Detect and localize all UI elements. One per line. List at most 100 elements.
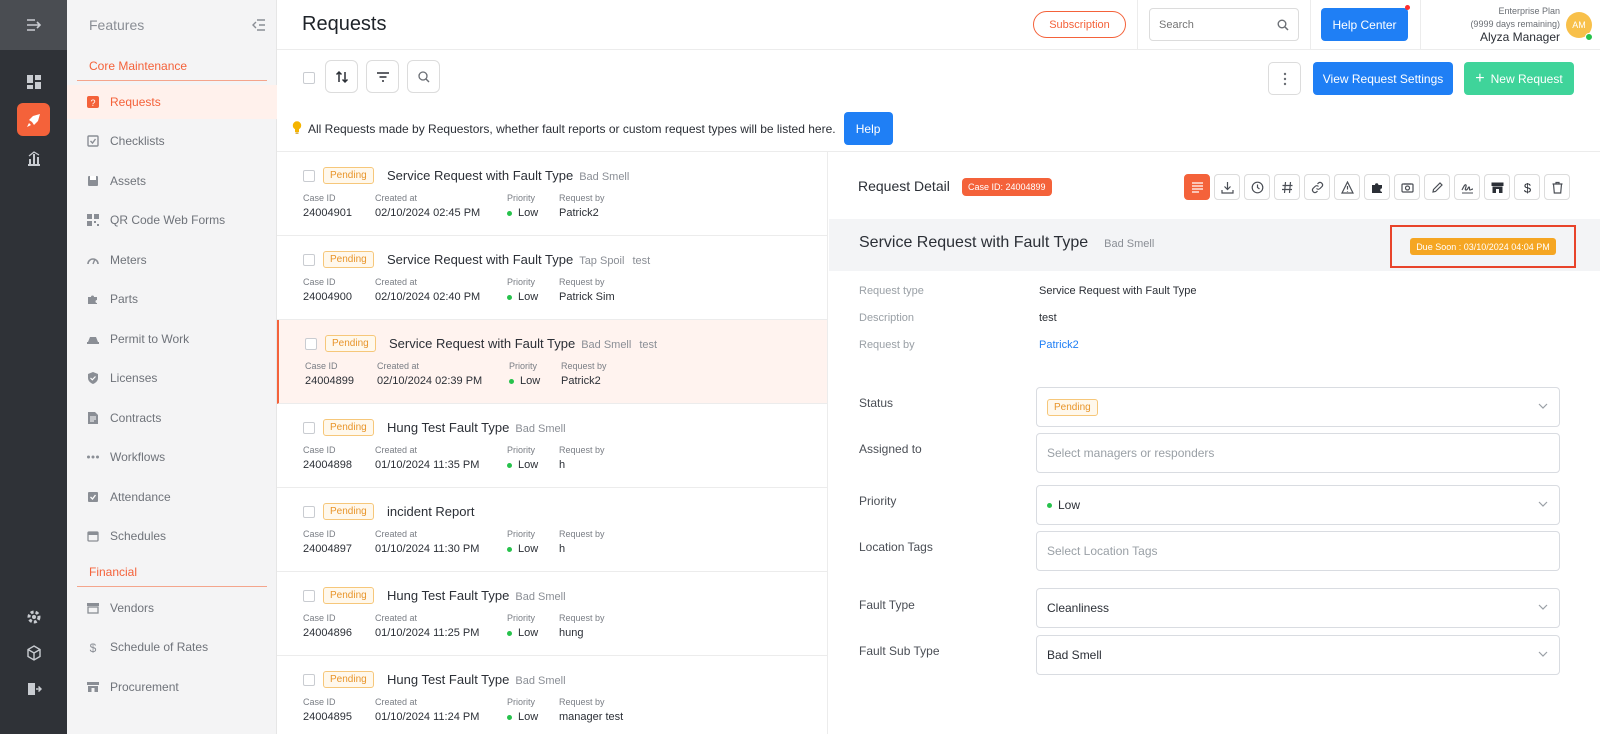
request-card[interactable]: Pending Hung Test Fault Type Bad Smell Case… bbox=[277, 572, 827, 656]
app-rail bbox=[0, 0, 67, 734]
edit-button[interactable] bbox=[1424, 174, 1450, 200]
request-by-link[interactable]: Patrick2 bbox=[1039, 339, 1079, 351]
request-card[interactable]: Pending incident Report Case ID 24004897 Cre… bbox=[277, 488, 827, 572]
rail-reports[interactable] bbox=[17, 141, 50, 174]
created-at-label: Created at bbox=[375, 277, 418, 287]
vendor-button[interactable] bbox=[1484, 174, 1510, 200]
cost-button[interactable]: $ bbox=[1514, 174, 1540, 200]
priority-label: Priority bbox=[507, 529, 536, 539]
feature-checklists[interactable]: Checklists bbox=[67, 124, 277, 158]
user-name[interactable]: Alyza Manager bbox=[1470, 31, 1560, 44]
delete-button[interactable] bbox=[1544, 174, 1570, 200]
plus-icon: + bbox=[1475, 69, 1485, 87]
feature-permit[interactable]: Permit to Work bbox=[67, 322, 277, 356]
more-options-button[interactable] bbox=[1268, 62, 1301, 95]
plan-info: Enterprise Plan (9999 days remaining) Al… bbox=[1470, 5, 1560, 44]
select-all-checkbox[interactable] bbox=[303, 72, 315, 84]
request-card[interactable]: Pending Hung Test Fault Type Bad Smell Case… bbox=[277, 404, 827, 488]
feature-label: Vendors bbox=[110, 601, 155, 615]
new-request-button[interactable]: + New Request bbox=[1464, 62, 1574, 95]
feature-contracts[interactable]: Contracts bbox=[67, 401, 277, 435]
request-checkbox[interactable] bbox=[303, 674, 315, 686]
subscription-button[interactable]: Subscription bbox=[1033, 11, 1126, 38]
priority-dot bbox=[507, 630, 512, 636]
download-button[interactable] bbox=[1214, 174, 1240, 200]
search-list-button[interactable] bbox=[407, 60, 440, 93]
header-divider bbox=[1137, 0, 1138, 50]
request-checkbox[interactable] bbox=[305, 338, 317, 350]
collapse-sidebar-icon[interactable] bbox=[252, 19, 266, 31]
fault-type-select[interactable]: Cleanliness bbox=[1036, 588, 1560, 628]
priority-value: Low bbox=[518, 711, 539, 723]
feature-label: Contracts bbox=[110, 411, 162, 425]
priority-select[interactable]: Low bbox=[1036, 485, 1560, 525]
feature-qr-forms[interactable]: QR Code Web Forms bbox=[67, 203, 277, 237]
rail-dashboard[interactable] bbox=[17, 65, 50, 98]
feature-assets[interactable]: Assets bbox=[67, 164, 277, 198]
svg-text:$: $ bbox=[90, 641, 97, 653]
permit-icon bbox=[87, 333, 99, 345]
request-card[interactable]: Pending Service Request with Fault Type Ba… bbox=[277, 320, 827, 404]
feature-workflows[interactable]: Workflows bbox=[67, 440, 277, 474]
status-pending-badge: Pending bbox=[323, 587, 374, 604]
request-checkbox[interactable] bbox=[303, 170, 315, 182]
menu-toggle[interactable] bbox=[0, 0, 67, 50]
feature-requests[interactable]: ? Requests bbox=[67, 85, 277, 119]
search-icon bbox=[417, 70, 429, 82]
rail-requests[interactable] bbox=[17, 103, 50, 136]
search-field[interactable] bbox=[1149, 8, 1299, 41]
warning-button[interactable] bbox=[1334, 174, 1360, 200]
plan-name: Enterprise Plan bbox=[1498, 6, 1560, 16]
status-select[interactable]: Pending bbox=[1036, 387, 1560, 427]
priority-label: Priority bbox=[507, 697, 536, 707]
logout-icon bbox=[27, 682, 42, 695]
request-card[interactable]: Pending Service Request with Fault Type Ta… bbox=[277, 236, 827, 320]
request-card[interactable]: Pending Service Request with Fault Type Ba… bbox=[277, 152, 827, 236]
request-by-value: Patrick2 bbox=[561, 375, 601, 387]
meter-icon bbox=[87, 254, 99, 266]
feature-procurement[interactable]: Procurement bbox=[67, 670, 277, 704]
assigned-to-input[interactable]: Select managers or responders bbox=[1036, 433, 1560, 473]
feature-attendance[interactable]: Attendance bbox=[67, 480, 277, 514]
group-core-maintenance: Core Maintenance bbox=[89, 59, 188, 73]
priority-label: Priority bbox=[509, 361, 538, 371]
created-at-value: 01/10/2024 11:24 PM bbox=[375, 711, 480, 723]
location-tags-input[interactable]: Select Location Tags bbox=[1036, 531, 1560, 571]
case-id-label: Case ID bbox=[305, 361, 338, 371]
rail-modules[interactable] bbox=[17, 636, 50, 669]
link-button[interactable] bbox=[1304, 174, 1330, 200]
camera-button[interactable] bbox=[1394, 174, 1420, 200]
priority-label: Priority bbox=[507, 613, 536, 623]
details-tab-button[interactable] bbox=[1184, 174, 1210, 200]
history-button[interactable] bbox=[1244, 174, 1270, 200]
request-card[interactable]: Pending Hung Test Fault Type Bad Smell Case… bbox=[277, 656, 827, 734]
feature-meters[interactable]: Meters bbox=[67, 243, 277, 277]
request-checkbox[interactable] bbox=[303, 506, 315, 518]
fault-subtype-select[interactable]: Bad Smell bbox=[1036, 635, 1560, 675]
help-button[interactable]: Help bbox=[843, 112, 893, 145]
rail-logout[interactable] bbox=[17, 672, 50, 705]
parts-button[interactable] bbox=[1364, 174, 1390, 200]
request-checkbox[interactable] bbox=[303, 590, 315, 602]
info-key: Description bbox=[859, 312, 915, 324]
features-sidebar: Features Core Maintenance ? Requests Che… bbox=[67, 0, 277, 734]
request-checkbox[interactable] bbox=[303, 422, 315, 434]
feature-parts[interactable]: Parts bbox=[67, 282, 277, 316]
header-divider bbox=[1310, 0, 1311, 50]
feature-schedule-of-rates[interactable]: $ Schedule of Rates bbox=[67, 630, 277, 664]
filter-button[interactable] bbox=[366, 60, 399, 93]
help-center-button[interactable]: Help Center bbox=[1321, 8, 1408, 41]
hashtag-button[interactable] bbox=[1274, 174, 1300, 200]
feature-licenses[interactable]: Licenses bbox=[67, 361, 277, 395]
search-input[interactable] bbox=[1159, 18, 1269, 31]
request-checkbox[interactable] bbox=[303, 254, 315, 266]
view-request-settings-button[interactable]: View Request Settings bbox=[1313, 62, 1453, 95]
created-at-label: Created at bbox=[377, 361, 420, 371]
feature-schedules[interactable]: Schedules bbox=[67, 519, 277, 553]
feature-vendors[interactable]: Vendors bbox=[67, 591, 277, 625]
priority-dot bbox=[507, 210, 512, 216]
rail-settings[interactable] bbox=[17, 600, 50, 633]
sort-button[interactable] bbox=[325, 60, 358, 93]
signature-button[interactable] bbox=[1454, 174, 1480, 200]
request-list: Pending Service Request with Fault Type Ba… bbox=[277, 152, 828, 734]
